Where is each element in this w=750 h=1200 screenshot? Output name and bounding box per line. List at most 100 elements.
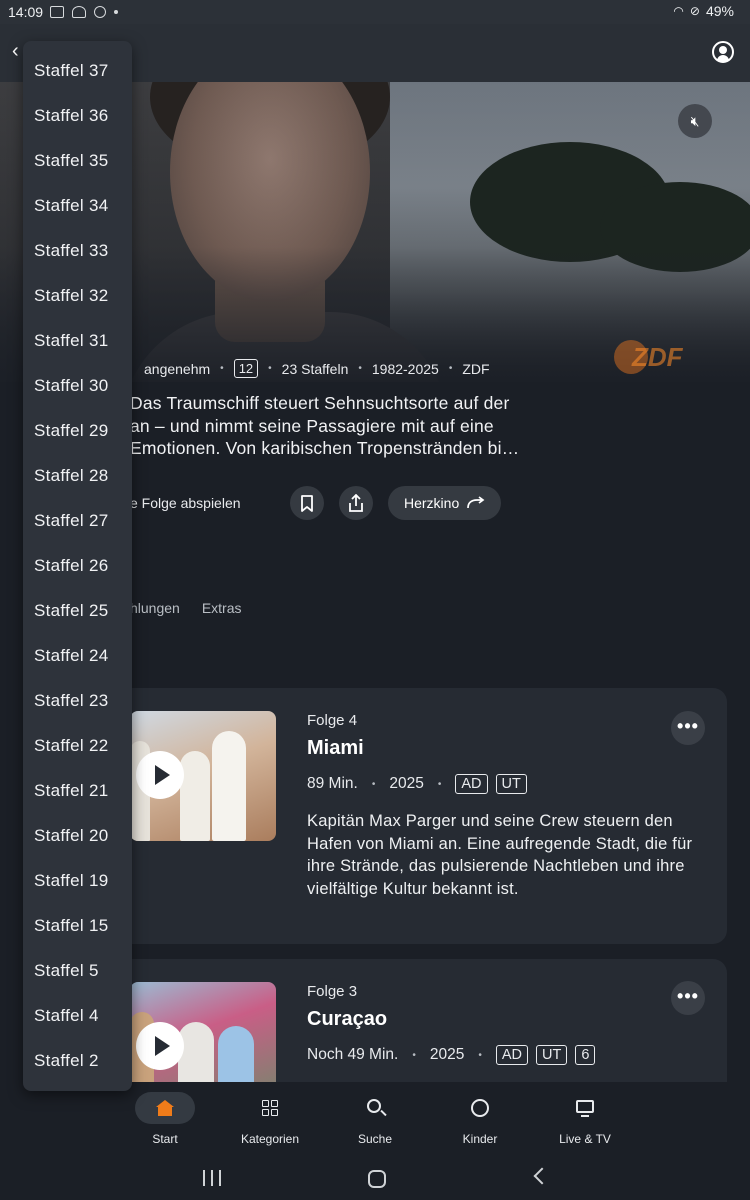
system-back-icon[interactable] (533, 1167, 551, 1185)
nav-label: Kategorien (240, 1132, 300, 1146)
nav-search[interactable]: Suche (345, 1092, 405, 1146)
season-option[interactable]: Staffel 27 (23, 498, 132, 543)
season-option[interactable]: Staffel 21 (23, 768, 132, 813)
season-option[interactable]: Staffel 20 (23, 813, 132, 858)
nav-start-icon-wrap (135, 1092, 195, 1124)
system-navigation (0, 1158, 750, 1200)
episode-number: Folge 3 (307, 983, 358, 1000)
separator: • (268, 363, 272, 374)
episode-meta: Noch 49 Min. • 2025 • AD UT 6 (307, 1045, 596, 1065)
kids-icon (471, 1099, 489, 1117)
season-option[interactable]: Staffel 4 (23, 993, 132, 1038)
episode-card[interactable]: Folge 4 Miami 89 Min. • 2025 • AD UT Kap… (100, 688, 727, 944)
season-option[interactable]: Staffel 32 (23, 273, 132, 318)
season-option[interactable]: Staffel 37 (23, 48, 132, 93)
season-option[interactable]: Staffel 33 (23, 228, 132, 273)
nav-label: Kinder (462, 1132, 498, 1146)
season-option[interactable]: Staffel 30 (23, 363, 132, 408)
separator: • (220, 363, 224, 374)
nav-label: Start (152, 1132, 178, 1146)
episode-card[interactable]: Folge 3 Curaçao Noch 49 Min. • 2025 • AD… (100, 959, 727, 1099)
meta-seasons: 23 Staffeln (281, 360, 349, 377)
nav-categories-icon-wrap (240, 1092, 300, 1124)
share-button[interactable] (339, 486, 373, 520)
meta-years: 1982-2025 (371, 360, 439, 377)
episode-title: Curaçao (307, 1008, 388, 1030)
system-status: ◠ ⊘ 49% (673, 3, 734, 19)
notification-icons (50, 3, 118, 21)
season-option[interactable]: Staffel 22 (23, 723, 132, 768)
show-description[interactable]: Das Traumschiff steuert Sehnsuchtsorte a… (130, 392, 580, 460)
episode-duration: Noch 49 Min. (307, 1046, 399, 1063)
nav-label: Suche (357, 1132, 393, 1146)
season-option[interactable]: Staffel 34 (23, 183, 132, 228)
wifi-icon: ◠ (673, 4, 684, 18)
bookmark-icon (301, 494, 313, 512)
thumbnail-figure (212, 731, 246, 841)
home-button-icon[interactable] (368, 1170, 386, 1188)
tab-extras[interactable]: Extras (202, 600, 242, 616)
season-option[interactable]: Staffel 19 (23, 858, 132, 903)
episode-year: 2025 (429, 1046, 465, 1063)
audio-description-badge: AD (495, 1045, 528, 1065)
status-time: 14:09 (8, 4, 44, 20)
recents-icon[interactable] (203, 1170, 221, 1186)
subtitle-badge: UT (536, 1045, 568, 1065)
play-episode-button[interactable]: e Folge abspielen (130, 495, 290, 511)
nav-label: Live & TV (559, 1132, 611, 1146)
more-options-button[interactable]: ••• (671, 981, 705, 1015)
channel-logo: ZDF (614, 340, 684, 374)
content-tabs: hlungen Extras (130, 600, 242, 616)
genre-button[interactable]: Herzkino (388, 486, 502, 520)
meta-mood: angenehm (144, 360, 211, 377)
play-icon[interactable] (136, 1022, 184, 1070)
bookmark-button[interactable] (290, 486, 324, 520)
nav-start[interactable]: Start (135, 1092, 195, 1146)
thumbnail-figure (180, 751, 210, 841)
more-options-button[interactable]: ••• (671, 711, 705, 745)
season-option[interactable]: Staffel 28 (23, 453, 132, 498)
nav-search-icon-wrap (345, 1092, 405, 1124)
separator: • (358, 363, 362, 374)
season-dropdown[interactable]: Staffel 37 Staffel 36 Staffel 35 Staffel 34… (23, 41, 132, 1091)
chrome-icon (94, 6, 106, 18)
season-option[interactable]: Staffel 31 (23, 318, 132, 363)
arrow-forward-icon (467, 496, 485, 509)
search-icon (367, 1099, 381, 1113)
tab-recommendations[interactable]: hlungen (130, 600, 180, 616)
age-rating-badge: 6 (575, 1045, 596, 1065)
grid-icon (262, 1100, 278, 1116)
episode-thumbnail[interactable] (130, 711, 276, 841)
nav-categories[interactable]: Kategorien (235, 1092, 305, 1146)
meta-channel: ZDF (462, 360, 490, 377)
more-notifications-icon (114, 10, 118, 14)
season-option[interactable]: Staffel 24 (23, 633, 132, 678)
separator: • (437, 778, 442, 790)
season-option[interactable]: Staffel 25 (23, 588, 132, 633)
season-option[interactable]: Staffel 2 (23, 1038, 132, 1083)
nav-kids[interactable]: Kinder (450, 1092, 510, 1146)
play-icon[interactable] (136, 751, 184, 799)
episode-title: Miami (307, 737, 364, 759)
bottom-navigation: Start Kategorien Suche Kinder Live & TV (0, 1082, 750, 1158)
season-option[interactable]: Staffel 23 (23, 678, 132, 723)
separator: • (371, 778, 376, 790)
home-icon (156, 1100, 174, 1116)
separator: • (448, 363, 453, 374)
season-option[interactable]: Staffel 5 (23, 948, 132, 993)
season-option[interactable]: Staffel 26 (23, 543, 132, 588)
profile-icon[interactable] (712, 41, 734, 63)
weather-icon (72, 6, 86, 18)
calendar-icon (50, 6, 64, 18)
dnd-icon: ⊘ (689, 4, 700, 18)
season-option[interactable]: Staffel 15 (23, 903, 132, 948)
audio-description-badge: AD (455, 774, 488, 794)
separator: • (478, 1049, 482, 1061)
season-option[interactable]: Staffel 36 (23, 93, 132, 138)
nav-kids-icon-wrap (450, 1092, 510, 1124)
nav-live-tv[interactable]: Live & TV (550, 1092, 620, 1146)
season-option[interactable]: Staffel 29 (23, 408, 132, 453)
episode-description: Kapitän Max Parger und seine Crew steuer… (307, 812, 693, 898)
mute-button[interactable]: 🔇︎ (678, 104, 712, 138)
season-option[interactable]: Staffel 35 (23, 138, 132, 183)
